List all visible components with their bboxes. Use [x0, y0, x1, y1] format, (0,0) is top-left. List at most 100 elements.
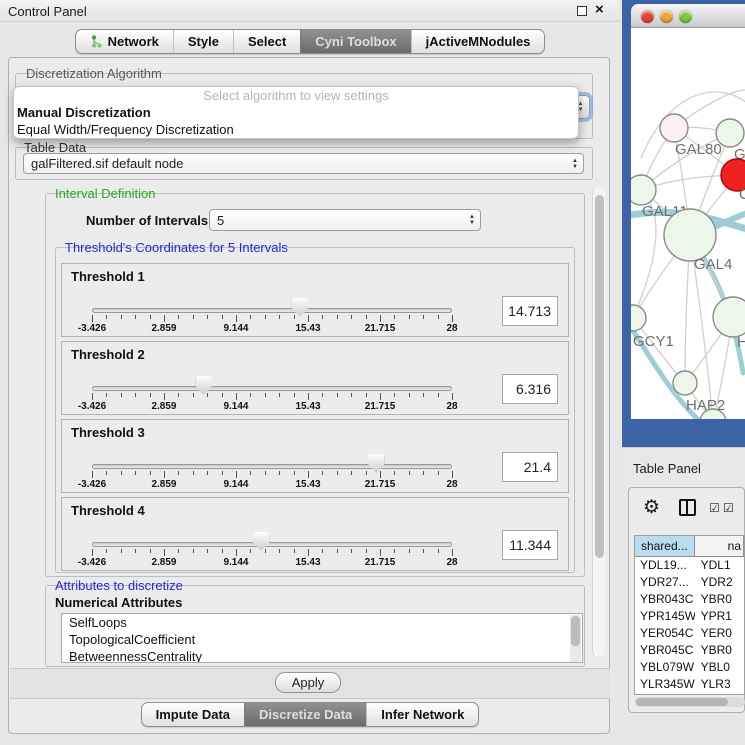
threshold-value-field[interactable]: 11.344 — [502, 530, 558, 560]
cell-name[interactable]: YBR0 — [695, 591, 744, 608]
zoom-traffic-light[interactable] — [679, 10, 692, 23]
table-header-row: shared... na — [635, 536, 744, 557]
control-panel-title: Control Panel — [8, 4, 87, 19]
attribute-list-item[interactable]: BetweennessCentrality — [62, 648, 582, 663]
cell-shared-name[interactable]: YER054C — [635, 625, 695, 642]
slider-tick — [423, 315, 424, 319]
cell-name[interactable]: YER0 — [695, 625, 744, 642]
slider-tick — [222, 393, 223, 397]
network-node[interactable] — [664, 209, 716, 261]
table-panel-window: ⚙ ☑ ☑ shared... na YDL19...YDL1YDR27...Y… — [628, 487, 745, 713]
tab-impute-data[interactable]: Impute Data — [142, 703, 244, 726]
table-row[interactable]: YER054CYER0 — [635, 625, 744, 642]
tab-infer-network[interactable]: Infer Network — [366, 703, 478, 726]
settings-vertical-scrollbar[interactable] — [592, 187, 605, 657]
gear-icon[interactable]: ⚙ — [643, 496, 660, 519]
slider-tick — [207, 315, 208, 319]
cell-shared-name[interactable]: YIL052C — [635, 693, 695, 695]
cell-name[interactable]: YDL1 — [695, 557, 744, 574]
slider-tick — [322, 471, 323, 475]
numerical-attributes-label: Numerical Attributes — [55, 595, 182, 610]
cell-shared-name[interactable]: YPR145W — [635, 608, 695, 625]
slider-tick — [394, 549, 395, 553]
numerical-attributes-list[interactable]: SelfLoopsTopologicalCoefficientBetweenne… — [61, 613, 583, 663]
slider-tick-label: 9.144 — [211, 323, 261, 334]
table-row[interactable]: YBL079WYBL0 — [635, 659, 744, 676]
tab-cyni-toolbox[interactable]: Cyni Toolbox — [300, 30, 410, 53]
table-row[interactable]: YPR145WYPR1 — [635, 608, 744, 625]
apply-button[interactable]: Apply — [275, 672, 341, 693]
slider-tick — [250, 393, 251, 397]
tab-select[interactable]: Select — [233, 30, 300, 53]
scrollbar-thumb[interactable] — [571, 616, 580, 646]
float-window-icon[interactable] — [577, 6, 587, 16]
threshold-value-field[interactable]: 6.316 — [502, 374, 558, 404]
cell-shared-name[interactable]: YDR27... — [635, 574, 695, 591]
cell-name[interactable]: YIL0 — [695, 693, 744, 695]
network-node[interactable] — [713, 297, 745, 337]
table-row[interactable]: YBR045CYBR0 — [635, 642, 744, 659]
attribute-list-item[interactable]: TopologicalCoefficient — [62, 631, 582, 648]
list-scrollbar[interactable] — [570, 615, 581, 663]
slider-thumb[interactable] — [196, 376, 212, 395]
cell-name[interactable]: YPR1 — [695, 608, 744, 625]
algorithm-hint-option[interactable]: Select algorithm to view settings — [14, 87, 578, 104]
tab-network[interactable]: Network — [76, 30, 173, 53]
column-header-shared-name[interactable]: shared... — [635, 536, 695, 556]
slider-track[interactable] — [92, 308, 452, 313]
slider-tick — [394, 315, 395, 319]
cell-shared-name[interactable]: YLR345W — [635, 676, 695, 693]
checkbox-checked-icon[interactable]: ☑ — [723, 501, 734, 515]
close-icon[interactable]: × — [595, 1, 604, 18]
attribute-list-item[interactable]: SelfLoops — [62, 614, 582, 631]
slider-thumb[interactable] — [368, 454, 384, 473]
network-window-titlebar[interactable] — [631, 4, 745, 28]
slider-track[interactable] — [92, 542, 452, 547]
algorithm-option[interactable]: Manual Discretization — [14, 104, 578, 121]
cell-shared-name[interactable]: YBR045C — [635, 642, 695, 659]
cell-name[interactable]: YDR2 — [695, 574, 744, 591]
checkbox-checked-icon[interactable]: ☑ — [709, 501, 720, 515]
scrollbar-thumb[interactable] — [636, 698, 728, 706]
tab-discretize-data[interactable]: Discretize Data — [244, 703, 366, 726]
tab-jactivemnodules[interactable]: jActiveMNodules — [411, 30, 545, 53]
slider-track[interactable] — [92, 464, 452, 469]
network-node[interactable] — [660, 114, 688, 142]
network-node[interactable] — [716, 119, 744, 147]
table-row[interactable]: YLR345WYLR3 — [635, 676, 744, 693]
cell-shared-name[interactable]: YBR043C — [635, 591, 695, 608]
split-table-icon[interactable] — [679, 499, 696, 516]
slider-tick-label: 28 — [427, 401, 477, 412]
scrollbar-thumb[interactable] — [595, 195, 604, 558]
threshold-value-field[interactable]: 21.4 — [502, 452, 558, 482]
cell-shared-name[interactable]: YBL079W — [635, 659, 695, 676]
table-row[interactable]: YBR043CYBR0 — [635, 591, 744, 608]
cell-name[interactable]: YLR3 — [695, 676, 744, 693]
slider-tick — [294, 471, 295, 475]
table-horizontal-scrollbar[interactable] — [634, 697, 745, 707]
network-view-canvas[interactable]: GAL80GACGAL11GAL4GCY1HHAP2 — [631, 28, 745, 419]
table-row[interactable]: YDL19...YDL1 — [635, 557, 744, 574]
close-traffic-light[interactable] — [641, 10, 654, 23]
tab-style[interactable]: Style — [173, 30, 233, 53]
number-of-intervals-combo[interactable]: 5 ▲▼ — [209, 209, 481, 231]
slider-tick-label: 28 — [427, 323, 477, 334]
cell-name[interactable]: YBL0 — [695, 659, 744, 676]
minimize-traffic-light[interactable] — [660, 10, 673, 23]
network-node-label: GAL4 — [694, 256, 732, 273]
network-node[interactable] — [673, 371, 697, 395]
slider-track[interactable] — [92, 386, 452, 391]
node-attribute-table[interactable]: shared... na YDL19...YDL1YDR27...YDR2YBR… — [634, 535, 745, 695]
tab-label: Impute Data — [156, 707, 230, 722]
cell-name[interactable]: YBR0 — [695, 642, 744, 659]
cell-shared-name[interactable]: YDL19... — [635, 557, 695, 574]
network-node[interactable] — [631, 305, 646, 331]
network-node[interactable] — [631, 175, 656, 205]
threshold-value-field[interactable]: 14.713 — [502, 296, 558, 326]
slider-thumb[interactable] — [253, 532, 269, 551]
column-header-name[interactable]: na — [695, 536, 744, 556]
table-data-combo[interactable]: galFiltered.sif default node ▲▼ — [23, 153, 584, 174]
algorithm-option[interactable]: Equal Width/Frequency Discretization — [14, 121, 578, 138]
table-row[interactable]: YDR27...YDR2 — [635, 574, 744, 591]
table-row[interactable]: YIL052CYIL0 — [635, 693, 744, 695]
